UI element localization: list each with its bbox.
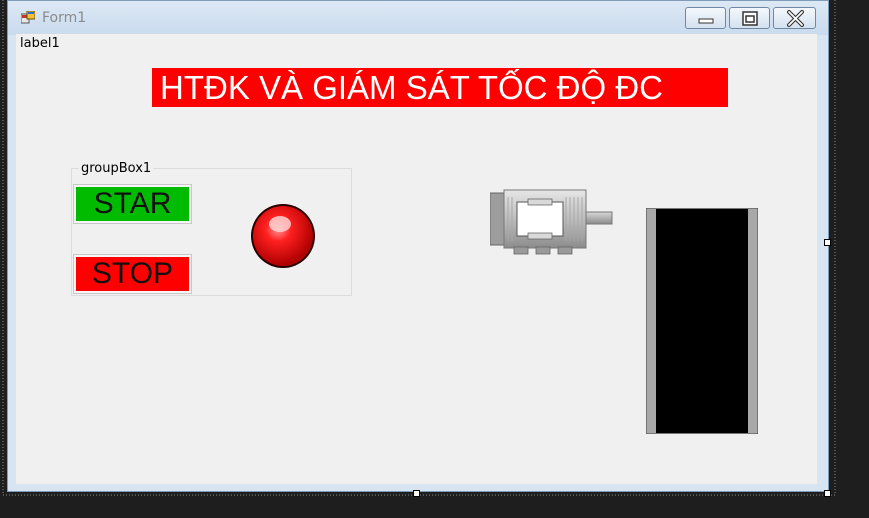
maximize-icon — [742, 11, 758, 26]
form-window[interactable]: Form1 label1 HTĐK VÀ GIÁM SÁT TỐC ĐỘ ĐC … — [7, 0, 829, 492]
maximize-button[interactable] — [729, 7, 770, 29]
close-button[interactable] — [773, 7, 816, 29]
window-title: Form1 — [42, 10, 87, 26]
stop-button[interactable]: STOP — [73, 254, 192, 294]
title-bar[interactable]: Form1 — [8, 1, 828, 35]
minimize-button[interactable] — [685, 7, 726, 29]
form-icon — [21, 11, 35, 24]
groupbox-title: groupBox1 — [79, 161, 154, 176]
form-client-area: label1 HTĐK VÀ GIÁM SÁT TỐC ĐỘ ĐC groupB… — [16, 34, 817, 484]
resize-handle-bottom[interactable] — [413, 490, 420, 497]
title-label: HTĐK VÀ GIÁM SÁT TỐC ĐỘ ĐC — [152, 68, 728, 107]
resize-handle-corner[interactable] — [824, 490, 831, 497]
minimize-icon — [698, 18, 714, 24]
indicator-lamp-icon — [251, 204, 315, 268]
resize-handle-right[interactable] — [824, 239, 831, 246]
label1: label1 — [20, 36, 60, 51]
close-icon — [787, 10, 804, 27]
conveyor-belt-icon — [646, 208, 758, 434]
groupbox1: groupBox1 STAR STOP — [71, 161, 352, 296]
start-button[interactable]: STAR — [73, 184, 192, 224]
electric-motor-icon — [490, 189, 613, 255]
